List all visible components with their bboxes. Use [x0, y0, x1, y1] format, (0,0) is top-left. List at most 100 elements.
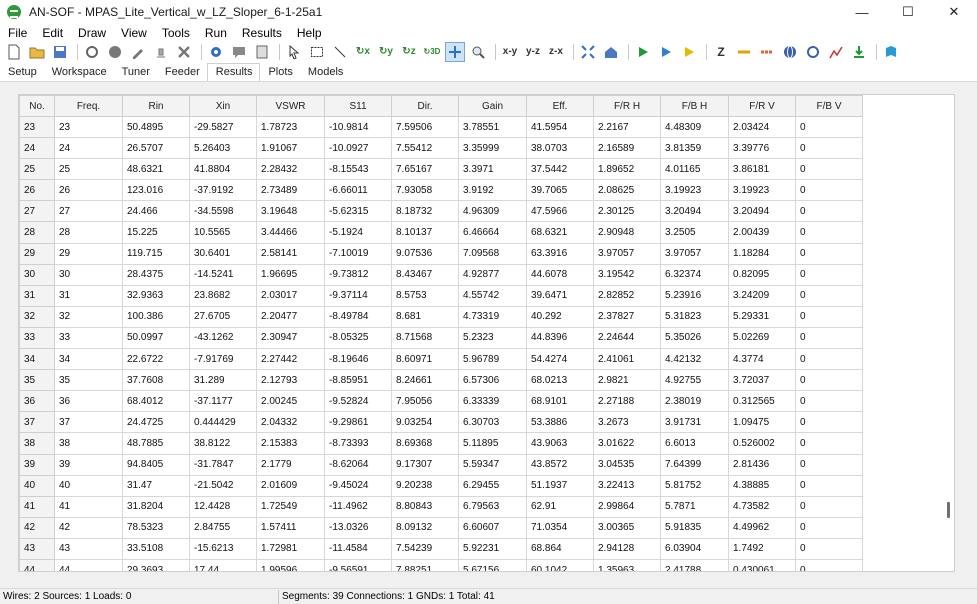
table-cell[interactable]: 5.31823 — [660, 305, 729, 328]
table-cell[interactable]: 68.0213 — [526, 369, 594, 392]
export-icon[interactable] — [849, 42, 869, 62]
table-cell[interactable]: 38 — [54, 432, 123, 455]
column-header[interactable]: F/R V — [728, 95, 796, 117]
table-cell[interactable]: 2.30947 — [256, 326, 325, 350]
table-cell[interactable]: -8.73393 — [324, 432, 392, 455]
table-cell[interactable]: 41.5954 — [526, 115, 594, 139]
table-cell[interactable]: 0 — [795, 179, 863, 202]
table-cell[interactable]: 2.12793 — [256, 369, 325, 392]
table-cell[interactable]: 7.88251 — [391, 558, 459, 571]
row-number-cell[interactable]: 42 — [19, 516, 55, 539]
table-cell[interactable]: 1.89652 — [593, 158, 661, 181]
table-cell[interactable]: 27.6705 — [189, 305, 257, 328]
table-row[interactable]: 33 33 50.0997 -43.1262 2.30947 -8.05325 8.7156… — [19, 326, 863, 350]
table-cell[interactable]: 42 — [54, 516, 123, 539]
table-cell[interactable]: 4.3774 — [728, 348, 796, 371]
table-cell[interactable]: -37.1177 — [189, 390, 257, 413]
table-cell[interactable]: 6.03904 — [660, 537, 729, 560]
pattern-icon[interactable] — [803, 42, 823, 62]
table-cell[interactable]: 68.6321 — [526, 221, 594, 244]
table-row[interactable]: 25 25 48.6321 41.8804 2.28432 -8.15543 7.65167… — [19, 158, 863, 181]
table-cell[interactable]: 10.5565 — [189, 221, 257, 244]
table-cell[interactable]: 0 — [795, 242, 863, 265]
table-cell[interactable]: 7.09568 — [458, 242, 527, 265]
table-cell[interactable]: 25 — [54, 158, 123, 181]
table-cell[interactable]: 3.01622 — [593, 432, 661, 455]
table-cell[interactable]: 43.9063 — [526, 432, 594, 455]
open-folder-icon[interactable] — [27, 42, 47, 62]
table-cell[interactable]: 0.312565 — [728, 390, 796, 413]
stop-icon[interactable] — [105, 42, 125, 62]
table-cell[interactable]: 2.9821 — [593, 369, 661, 392]
table-cell[interactable]: 8.80843 — [391, 495, 459, 518]
table-cell[interactable]: 4.73582 — [728, 495, 796, 518]
table-cell[interactable]: -14.5241 — [189, 263, 257, 286]
table-cell[interactable]: -7.10019 — [324, 242, 392, 265]
table-row[interactable]: 44 44 29.3693 17.44 1.99596 -9.56591 7.88251 5.… — [19, 558, 863, 571]
pan-icon[interactable] — [445, 41, 465, 62]
table-cell[interactable]: 3.91731 — [660, 411, 729, 434]
table-cell[interactable]: 9.07536 — [391, 242, 459, 265]
table-cell[interactable]: 3.2505 — [660, 221, 729, 244]
tab-tuner[interactable]: Tuner — [114, 64, 157, 81]
run-icon[interactable] — [633, 42, 653, 62]
table-cell[interactable]: 0 — [795, 115, 863, 139]
table-cell[interactable]: 50.4895 — [122, 115, 190, 139]
rotate-3d-icon[interactable]: ↻3D — [422, 42, 442, 62]
table-cell[interactable]: 5.7871 — [660, 495, 729, 518]
stamp-icon[interactable] — [151, 42, 171, 62]
table-cell[interactable]: 4.96309 — [458, 200, 527, 223]
tab-models[interactable]: Models — [300, 64, 350, 81]
table-cell[interactable]: 30 — [54, 263, 123, 286]
table-cell[interactable]: 0 — [795, 284, 863, 307]
fit-icon[interactable] — [578, 42, 598, 62]
table-cell[interactable]: 2.20477 — [256, 305, 325, 328]
table-cell[interactable]: 0 — [795, 348, 863, 371]
table-cell[interactable]: 31.47 — [122, 474, 190, 497]
table-cell[interactable]: 3.19923 — [660, 179, 729, 202]
table-cell[interactable]: 5.2323 — [458, 326, 527, 350]
table-cell[interactable]: -34.5598 — [189, 200, 257, 223]
table-cell[interactable]: -10.0927 — [324, 137, 392, 160]
table-cell[interactable]: 7.93058 — [391, 179, 459, 202]
table-cell[interactable]: 2.41061 — [593, 348, 661, 371]
column-header[interactable]: S11 — [324, 95, 392, 117]
table-cell[interactable]: 28 — [54, 221, 123, 244]
table-cell[interactable]: 37.5442 — [526, 158, 594, 181]
table-row[interactable]: 40 40 31.47 -21.5042 2.01609 -9.45024 9.20238 6… — [19, 474, 863, 497]
table-cell[interactable]: 0 — [795, 453, 863, 476]
table-row[interactable]: 36 36 68.4012 -37.1177 2.00245 -9.52824 7.9505… — [19, 390, 863, 413]
table-cell[interactable]: 23.8682 — [189, 284, 257, 307]
table-cell[interactable]: 4.49962 — [728, 516, 796, 539]
table-cell[interactable]: -8.85951 — [324, 369, 392, 392]
row-number-cell[interactable]: 39 — [19, 453, 55, 476]
table-cell[interactable]: 37.7608 — [122, 369, 190, 392]
table-cell[interactable]: -8.15543 — [324, 158, 392, 181]
tab-workspace[interactable]: Workspace — [44, 64, 114, 81]
row-number-cell[interactable]: 25 — [19, 158, 55, 181]
table-cell[interactable]: 36 — [54, 390, 123, 413]
table-cell[interactable]: 28.4375 — [122, 263, 190, 286]
view-xy-icon[interactable]: x-y — [500, 42, 520, 62]
table-cell[interactable]: 3.20494 — [728, 200, 796, 223]
table-cell[interactable]: 71.0354 — [526, 516, 594, 539]
column-header[interactable]: Eff. — [526, 95, 594, 117]
row-number-cell[interactable]: 44 — [19, 558, 55, 571]
table-row[interactable]: 27 27 24.466 -34.5598 3.19648 -5.62315 8.18732… — [19, 200, 863, 223]
column-header[interactable]: Rin — [122, 95, 190, 117]
table-cell[interactable]: 3.04535 — [593, 453, 661, 476]
table-cell[interactable]: 34 — [54, 348, 123, 371]
new-file-icon[interactable] — [4, 42, 24, 62]
table-cell[interactable]: 2.24644 — [593, 326, 661, 350]
table-cell[interactable]: 3.19923 — [728, 179, 796, 202]
table-row[interactable]: 24 24 26.5707 5.26403 1.91067 -10.0927 7.55412… — [19, 137, 863, 160]
table-cell[interactable]: 35 — [54, 369, 123, 392]
close-button[interactable]: ✕ — [931, 0, 977, 24]
table-cell[interactable]: 6.32374 — [660, 263, 729, 286]
select-rect-icon[interactable] — [307, 42, 327, 62]
chart-icon[interactable] — [826, 42, 846, 62]
row-number-cell[interactable]: 30 — [19, 263, 55, 286]
table-cell[interactable]: -8.49784 — [324, 305, 392, 328]
table-cell[interactable]: 4.73319 — [458, 305, 527, 328]
table-cell[interactable]: 2.73489 — [256, 179, 325, 202]
